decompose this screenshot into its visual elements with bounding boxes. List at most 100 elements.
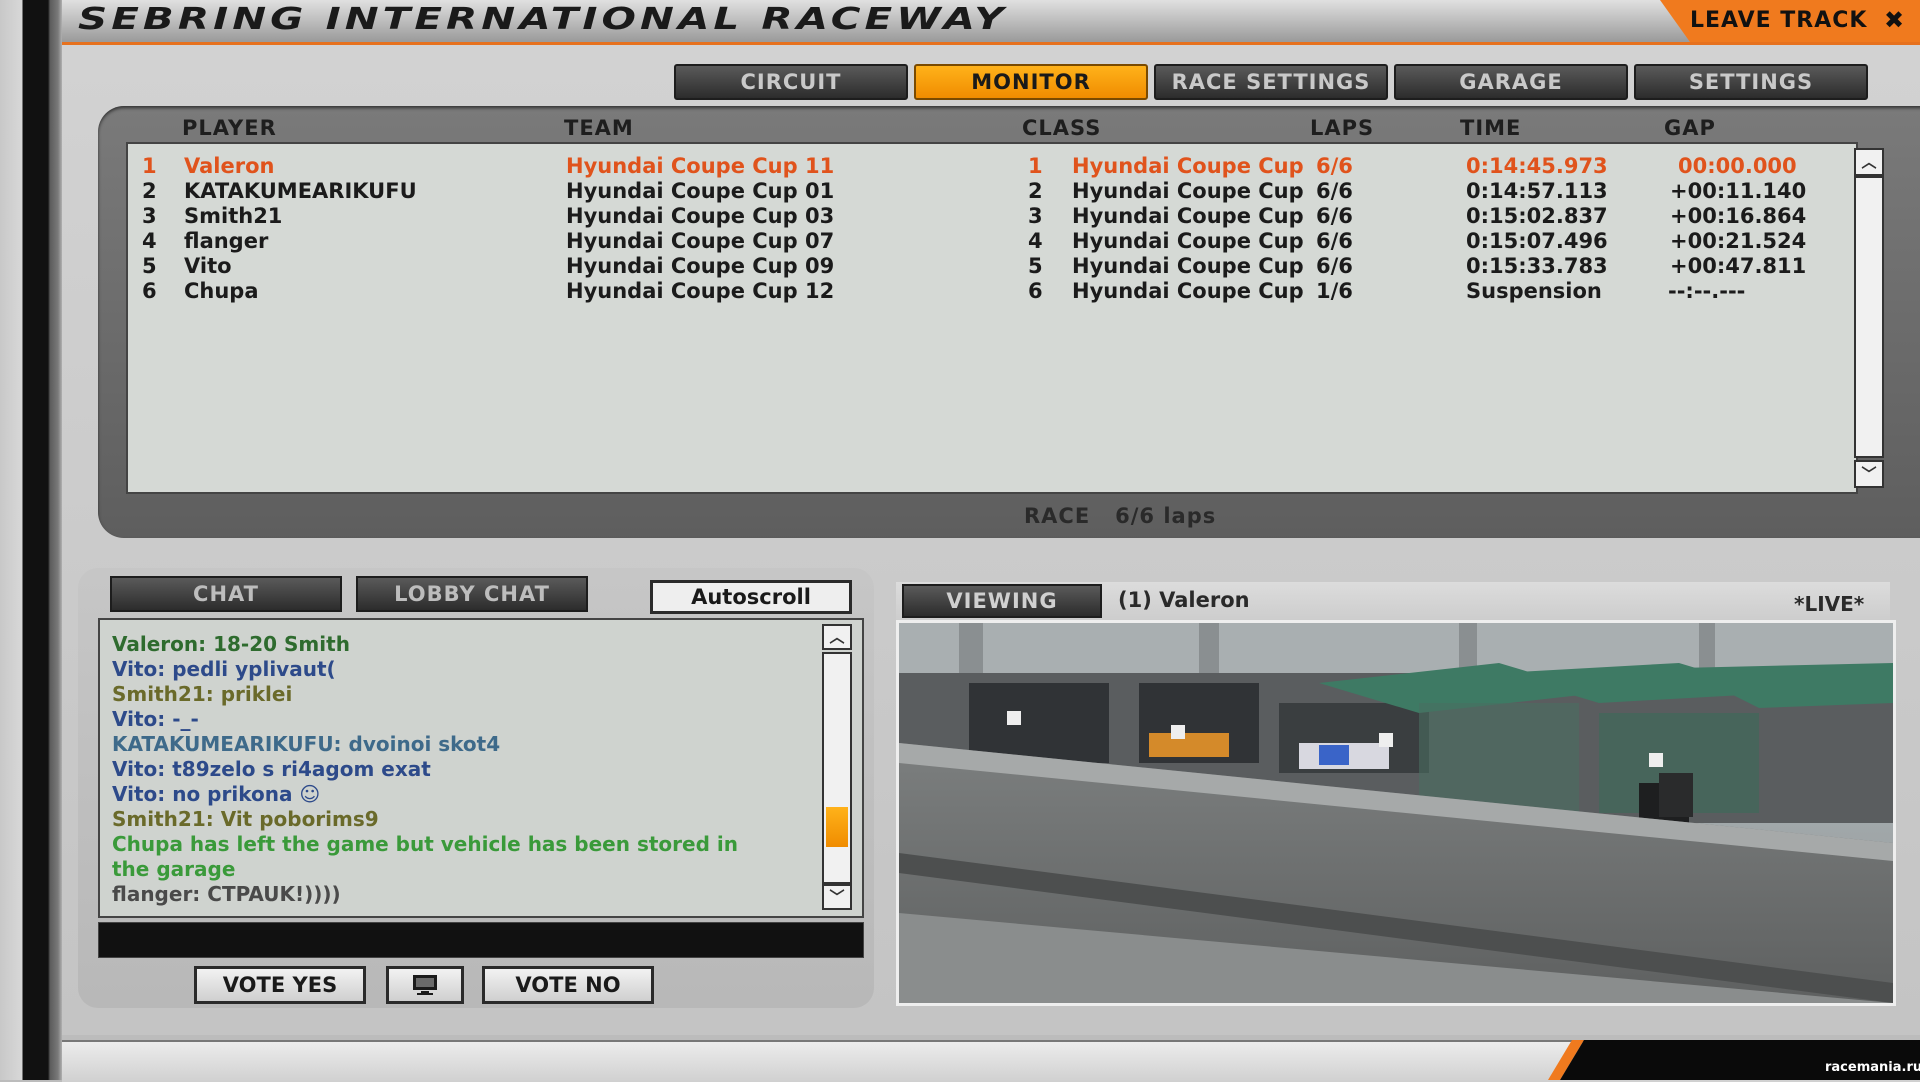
- class-position: 1: [1028, 154, 1043, 178]
- gap: +00:11.140: [1670, 179, 1807, 203]
- monitor-icon: [413, 975, 437, 995]
- live-indicator: *LIVE*: [1794, 592, 1865, 616]
- chat-message: Vito: pedli yplivaut(: [112, 657, 336, 681]
- tab-lobby-chat[interactable]: LOBBY CHAT: [356, 576, 588, 612]
- autoscroll-toggle[interactable]: Autoscroll: [650, 580, 852, 614]
- chat-scrollbar[interactable]: [822, 652, 852, 884]
- player-name: Smith21: [184, 204, 283, 228]
- viewing-target: (1) Valeron: [1118, 588, 1250, 612]
- watermark: racemania.ru: [1825, 1060, 1920, 1075]
- chevron-up-icon: ︿: [1861, 153, 1877, 171]
- team-name: Hyundai Coupe Cup 12: [566, 279, 835, 303]
- position: 1: [142, 154, 157, 178]
- pit-lane-scene: [899, 623, 1893, 1003]
- chat-message: Vito: t89zelo s ri4agom exat: [112, 757, 431, 781]
- chat-message: Smith21: Vit poborims9: [112, 807, 379, 831]
- viewing-button[interactable]: VIEWING: [902, 584, 1102, 618]
- results-scrollbar[interactable]: [1854, 176, 1884, 458]
- race-time: 0:15:02.837: [1466, 204, 1608, 228]
- chat-scroll-thumb[interactable]: [826, 806, 848, 847]
- chat-scroll-down-button[interactable]: ﹀: [822, 884, 852, 910]
- laps: 6/6: [1316, 179, 1353, 203]
- leave-track-label[interactable]: LEAVE TRACK: [1690, 8, 1867, 33]
- vote-no-button[interactable]: VOTE NO: [482, 966, 654, 1004]
- gap: +00:21.524: [1670, 229, 1807, 253]
- chat-message: Vito: no prikona ☺: [112, 782, 321, 806]
- class-position: 2: [1028, 179, 1043, 203]
- class-name: Hyundai Coupe Cup: [1072, 279, 1304, 303]
- window-edge: [0, 0, 62, 1080]
- race-time: 0:15:33.783: [1466, 254, 1608, 278]
- race-info: RACE 6/6 laps: [1024, 504, 1216, 528]
- chevron-up-icon: ︿: [829, 628, 845, 646]
- position: 3: [142, 204, 157, 228]
- table-row[interactable]: 2 KATAKUMEARIKUFU Hyundai Coupe Cup 01 2…: [128, 179, 1828, 204]
- position: 5: [142, 254, 157, 278]
- player-name: flanger: [184, 229, 269, 253]
- results-table: 1 Valeron Hyundai Coupe Cup 11 1 Hyundai…: [126, 142, 1858, 494]
- laps: 6/6: [1316, 229, 1353, 253]
- vote-yes-button[interactable]: VOTE YES: [194, 966, 366, 1004]
- close-icon[interactable]: ✖: [1884, 6, 1904, 34]
- chevron-down-icon: ﹀: [1861, 465, 1877, 483]
- gap: 00:00.000: [1678, 154, 1797, 178]
- tab-circuit[interactable]: CIRCUIT: [674, 64, 908, 100]
- race-time: 0:14:45.973: [1466, 154, 1608, 178]
- gap: +00:16.864: [1670, 204, 1807, 228]
- chat-log: Valeron: 18-20 Smith Vito: pedli yplivau…: [98, 618, 864, 918]
- chat-message: Vito: -_-: [112, 707, 199, 731]
- results-scroll-down-button[interactable]: ﹀: [1854, 460, 1884, 488]
- laps: 6/6: [1316, 204, 1353, 228]
- column-class: CLASS: [1022, 116, 1102, 140]
- class-position: 6: [1028, 279, 1043, 303]
- column-time: TIME: [1460, 116, 1522, 140]
- tab-monitor[interactable]: MONITOR: [914, 64, 1148, 100]
- team-name: Hyundai Coupe Cup 11: [566, 154, 835, 178]
- laps: 6/6: [1316, 254, 1353, 278]
- column-gap: GAP: [1664, 116, 1716, 140]
- class-name: Hyundai Coupe Cup: [1072, 229, 1304, 253]
- player-name: Valeron: [184, 154, 275, 178]
- team-name: Hyundai Coupe Cup 07: [566, 229, 835, 253]
- table-row[interactable]: 3 Smith21 Hyundai Coupe Cup 03 3 Hyundai…: [128, 204, 1828, 229]
- class-name: Hyundai Coupe Cup: [1072, 154, 1304, 178]
- chat-scroll-up-button[interactable]: ︿: [822, 624, 852, 650]
- results-scroll-up-button[interactable]: ︿: [1854, 148, 1884, 176]
- table-row[interactable]: 4 flanger Hyundai Coupe Cup 07 4 Hyundai…: [128, 229, 1828, 254]
- table-row[interactable]: 6 Chupa Hyundai Coupe Cup 12 6 Hyundai C…: [128, 279, 1828, 304]
- tab-garage[interactable]: GARAGE: [1394, 64, 1628, 100]
- chat-message: Smith21: priklei: [112, 682, 293, 706]
- table-row[interactable]: 1 Valeron Hyundai Coupe Cup 11 1 Hyundai…: [128, 154, 1828, 179]
- position: 6: [142, 279, 157, 303]
- class-name: Hyundai Coupe Cup: [1072, 254, 1304, 278]
- tab-settings[interactable]: SETTINGS: [1634, 64, 1868, 100]
- tab-chat[interactable]: CHAT: [110, 576, 342, 612]
- chevron-down-icon: ﹀: [829, 888, 845, 906]
- column-player: PLAYER: [182, 116, 277, 140]
- chat-message: the garage: [112, 857, 236, 881]
- column-team: TEAM: [564, 116, 634, 140]
- class-position: 3: [1028, 204, 1043, 228]
- team-name: Hyundai Coupe Cup 01: [566, 179, 835, 203]
- class-position: 4: [1028, 229, 1043, 253]
- chat-message: flanger: CTPAUK!)))): [112, 882, 341, 906]
- laps: 1/6: [1316, 279, 1353, 303]
- chat-message: KATAKUMEARIKUFU: dvoinoi skot4: [112, 732, 501, 756]
- class-name: Hyundai Coupe Cup: [1072, 204, 1304, 228]
- column-laps: LAPS: [1310, 116, 1375, 140]
- chat-message: Valeron: 18-20 Smith: [112, 632, 350, 656]
- monitor-button[interactable]: [386, 966, 464, 1004]
- table-row[interactable]: 5 Vito Hyundai Coupe Cup 09 5 Hyundai Co…: [128, 254, 1828, 279]
- chat-input[interactable]: [98, 922, 864, 958]
- track-title: SEBRING INTERNATIONAL RACEWAY: [78, 2, 1008, 37]
- class-name: Hyundai Coupe Cup: [1072, 179, 1304, 203]
- race-time: 0:14:57.113: [1466, 179, 1608, 203]
- gap: --:--.---: [1668, 279, 1746, 303]
- chat-message: Chupa has left the game but vehicle has …: [112, 832, 738, 856]
- position: 4: [142, 229, 157, 253]
- gap: +00:47.811: [1670, 254, 1807, 278]
- race-time: 0:15:07.496: [1466, 229, 1608, 253]
- team-name: Hyundai Coupe Cup 03: [566, 204, 835, 228]
- tab-race-settings[interactable]: RACE SETTINGS: [1154, 64, 1388, 100]
- race-time: Suspension: [1466, 279, 1602, 303]
